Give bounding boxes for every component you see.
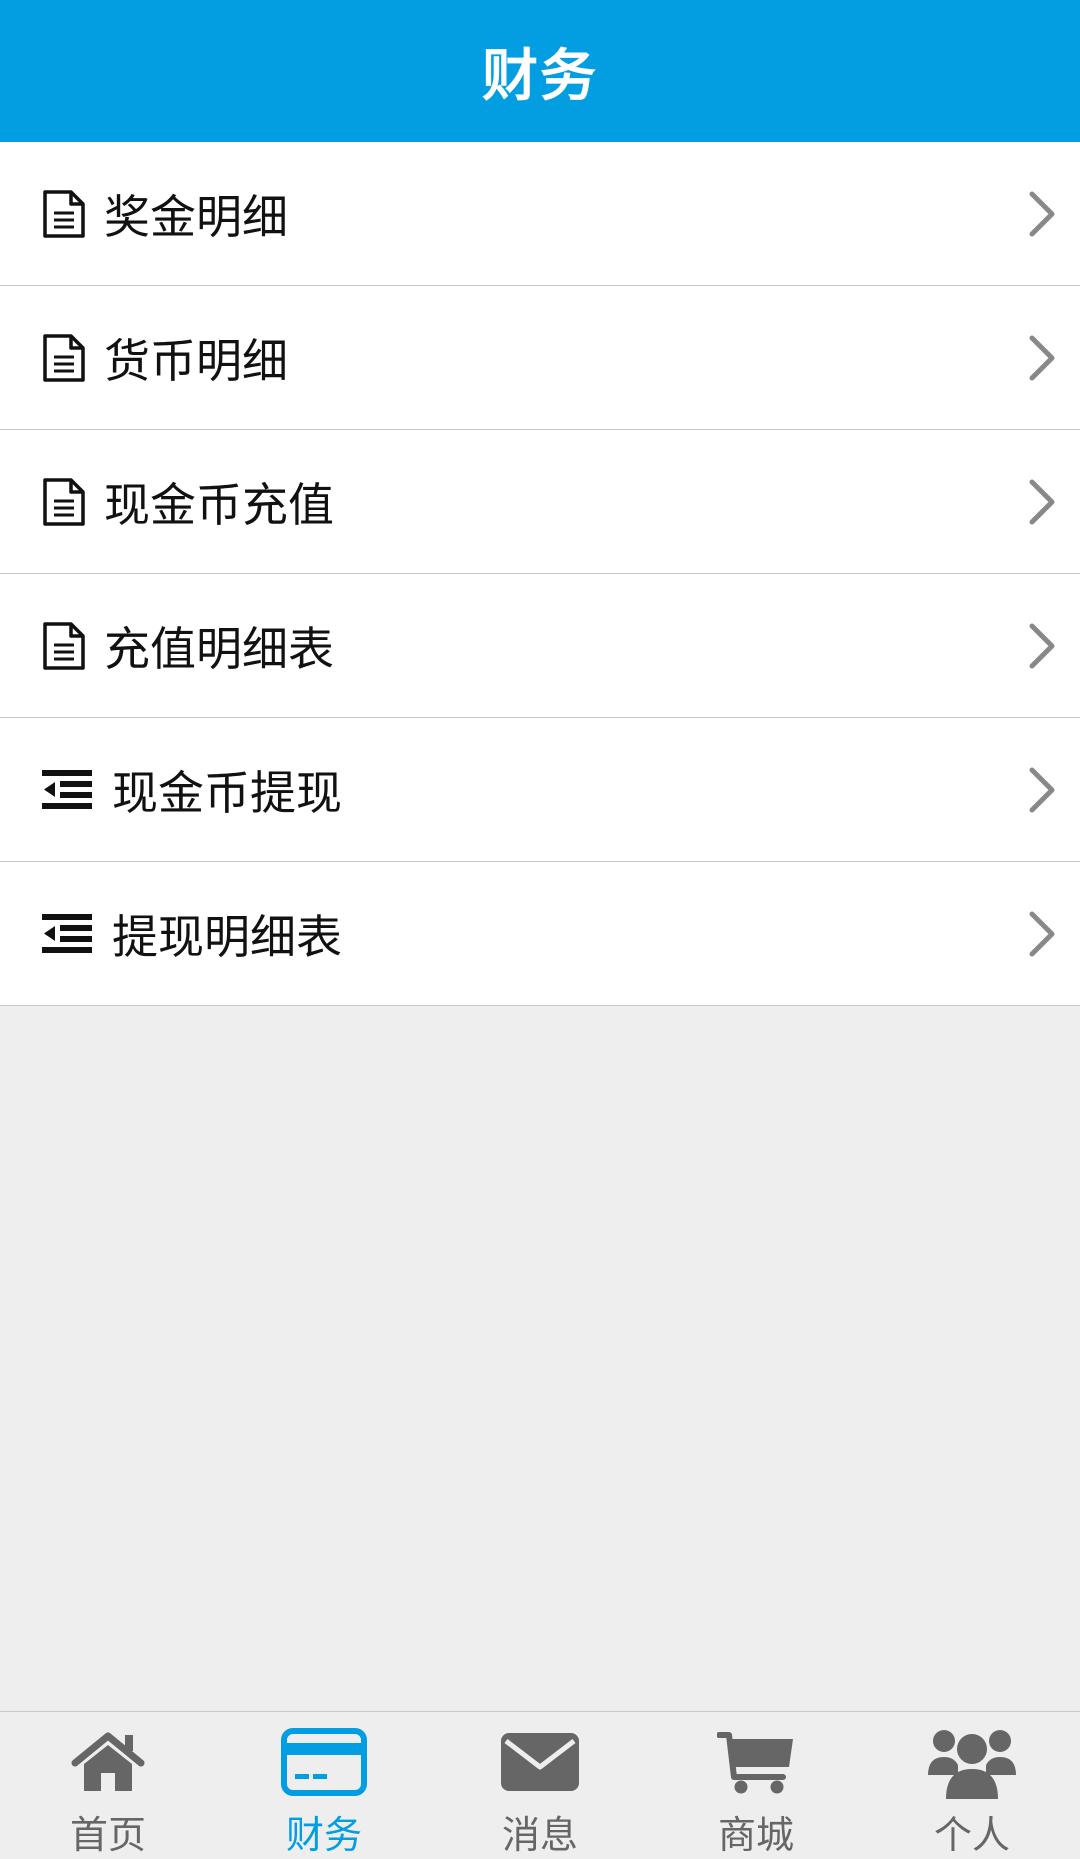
menu-item-label: 货币明细	[104, 333, 288, 388]
menu-item-label: 奖金明细	[104, 189, 288, 244]
envelope-icon	[500, 1726, 580, 1798]
tab-mall[interactable]: 商城	[648, 1712, 864, 1857]
menu-item-label: 现金币提现	[112, 765, 342, 820]
tab-label: 财务	[285, 1813, 362, 1857]
document-icon	[42, 477, 86, 527]
document-icon	[42, 621, 86, 671]
tab-label: 个人	[933, 1813, 1010, 1857]
tab-home[interactable]: 首页	[0, 1712, 216, 1857]
menu-item-withdraw-details[interactable]: 提现明细表	[0, 862, 1080, 1006]
chevron-right-icon	[1029, 623, 1055, 668]
home-icon	[71, 1726, 145, 1798]
tab-label: 消息	[501, 1813, 578, 1857]
tab-personal[interactable]: 个人	[864, 1712, 1080, 1857]
shopping-cart-icon	[717, 1726, 795, 1798]
menu-item-currency-details[interactable]: 货币明细	[0, 286, 1080, 430]
users-icon	[928, 1726, 1016, 1799]
indent-list-icon	[42, 913, 92, 954]
tab-finance[interactable]: 财务	[216, 1712, 432, 1857]
chevron-right-icon	[1029, 767, 1055, 812]
document-icon	[42, 333, 86, 383]
chevron-right-icon	[1029, 479, 1055, 524]
document-icon	[42, 189, 86, 239]
tab-label: 商城	[717, 1813, 794, 1857]
finance-menu: 奖金明细 货币明细 现金币充值 充值明细表 现金币提现 提现明细表	[0, 142, 1080, 1006]
menu-item-label: 现金币充值	[104, 477, 334, 532]
menu-item-cash-withdraw[interactable]: 现金币提现	[0, 718, 1080, 862]
app-header: 财务	[0, 0, 1080, 142]
chevron-right-icon	[1029, 911, 1055, 956]
chevron-right-icon	[1029, 191, 1055, 236]
bottom-tab-bar: 首页 财务 消息 商城 个人	[0, 1711, 1080, 1857]
menu-item-recharge-details[interactable]: 充值明细表	[0, 574, 1080, 718]
indent-list-icon	[42, 769, 92, 810]
menu-item-label: 提现明细表	[112, 909, 342, 964]
credit-card-icon	[281, 1726, 367, 1798]
tab-messages[interactable]: 消息	[432, 1712, 648, 1857]
menu-item-cash-recharge[interactable]: 现金币充值	[0, 430, 1080, 574]
tab-label: 首页	[69, 1813, 146, 1857]
page-title: 财务	[482, 43, 598, 109]
menu-item-label: 充值明细表	[104, 621, 334, 676]
menu-item-bonus-details[interactable]: 奖金明细	[0, 142, 1080, 286]
chevron-right-icon	[1029, 335, 1055, 380]
